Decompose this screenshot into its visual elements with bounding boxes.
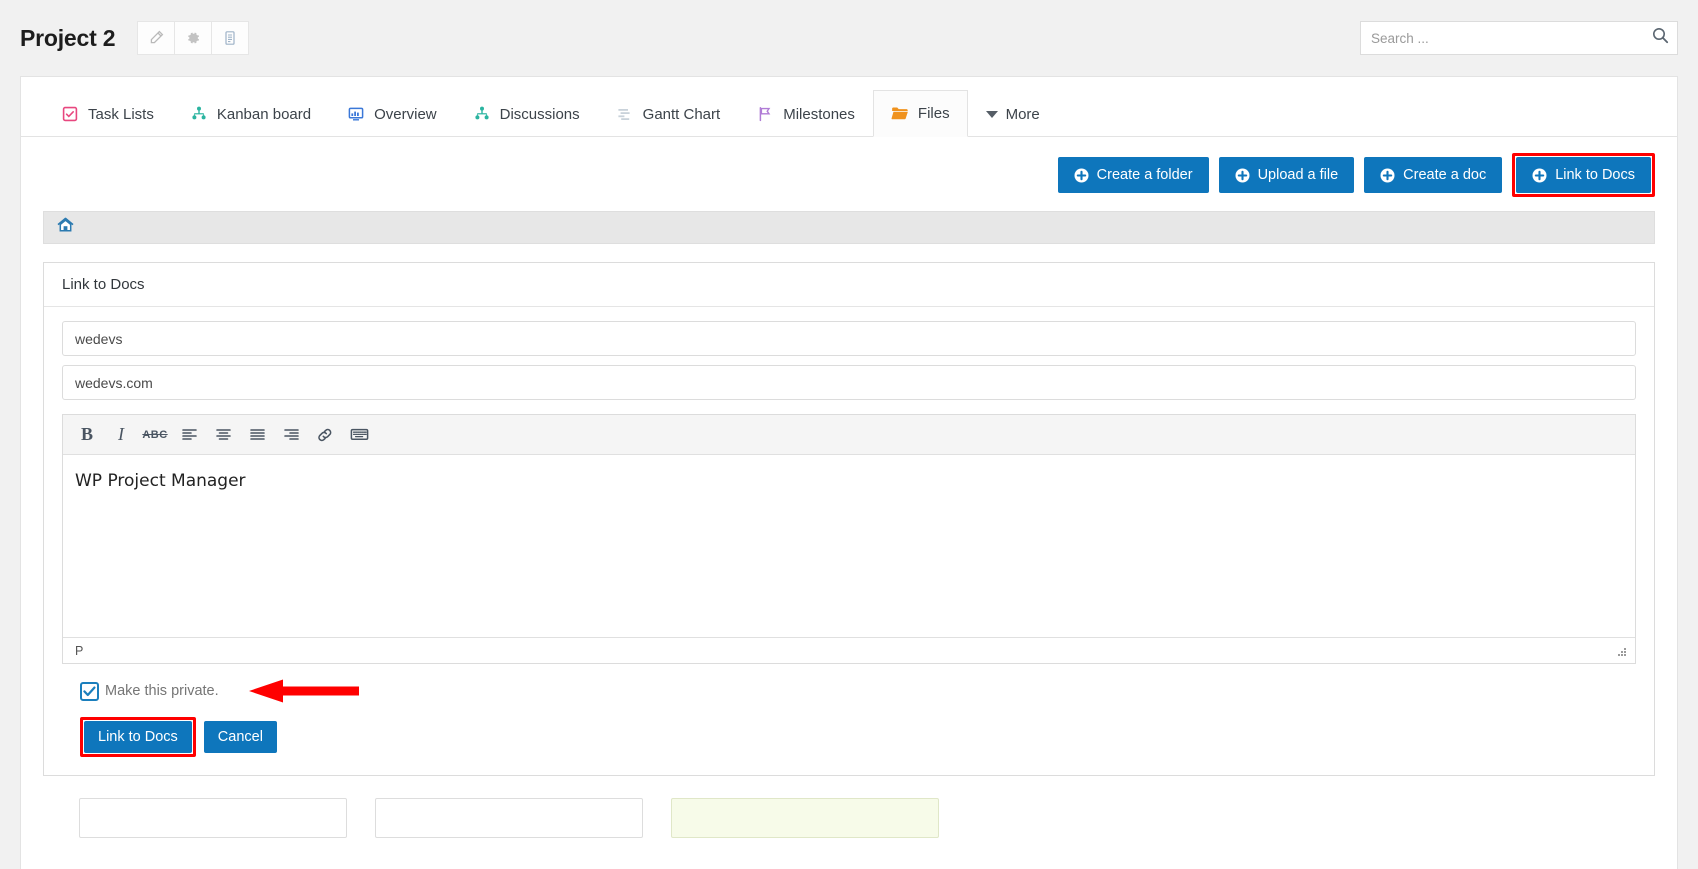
discussions-icon bbox=[473, 105, 491, 123]
button-label: Create a doc bbox=[1403, 167, 1487, 183]
file-card[interactable] bbox=[671, 798, 939, 838]
form-footer: Link to Docs Cancel bbox=[62, 704, 1636, 775]
overview-icon bbox=[347, 105, 365, 123]
panel-title: Link to Docs bbox=[44, 263, 1654, 307]
upload-file-button[interactable]: Upload a file bbox=[1218, 157, 1355, 193]
tab-label: Task Lists bbox=[88, 105, 154, 123]
breadcrumb bbox=[43, 211, 1655, 244]
plus-circle-icon bbox=[1380, 168, 1395, 183]
checklist-icon bbox=[61, 105, 79, 123]
file-card[interactable] bbox=[375, 798, 643, 838]
tab-label: Overview bbox=[374, 105, 437, 123]
create-doc-button[interactable]: Create a doc bbox=[1364, 157, 1503, 193]
top-bar: Project 2 bbox=[0, 0, 1698, 76]
tab-milestones[interactable]: Milestones bbox=[738, 90, 873, 137]
tab-files[interactable]: Files bbox=[872, 90, 968, 137]
form-body: B I ABC bbox=[44, 307, 1654, 775]
tab-label: Discussions bbox=[499, 105, 580, 123]
bold-icon[interactable]: B bbox=[71, 420, 103, 450]
link-to-docs-highlight: Link to Docs bbox=[1512, 153, 1655, 197]
tab-bar: Task Lists Kanban board Overview Discuss… bbox=[21, 77, 1677, 137]
plus-circle-icon bbox=[1074, 168, 1089, 183]
gantt-icon bbox=[616, 105, 634, 123]
tab-label: Milestones bbox=[783, 105, 855, 123]
page-title: Project 2 bbox=[20, 24, 116, 51]
file-card[interactable] bbox=[79, 798, 347, 838]
align-justify-icon[interactable] bbox=[241, 420, 273, 450]
flag-icon bbox=[756, 105, 774, 123]
align-left-icon[interactable] bbox=[173, 420, 205, 450]
privacy-checkbox[interactable] bbox=[80, 681, 99, 701]
editor-toolbar: B I ABC bbox=[63, 415, 1635, 455]
button-label: Link to Docs bbox=[1555, 167, 1635, 183]
tab-gantt-chart[interactable]: Gantt Chart bbox=[598, 90, 739, 137]
home-icon[interactable] bbox=[56, 216, 75, 239]
tab-discussions[interactable]: Discussions bbox=[455, 90, 598, 137]
search-input[interactable] bbox=[1361, 30, 1643, 46]
edit-project-button[interactable] bbox=[137, 21, 176, 55]
tab-kanban-board[interactable]: Kanban board bbox=[172, 90, 329, 137]
doc-url-input[interactable] bbox=[62, 365, 1636, 400]
document-icon bbox=[222, 30, 238, 46]
link-to-docs-panel: Link to Docs B I ABC bbox=[43, 262, 1655, 776]
title-action-group bbox=[137, 21, 250, 55]
privacy-checkbox-label: Make this private. bbox=[105, 683, 219, 699]
privacy-row: Make this private. bbox=[62, 664, 1636, 704]
tab-label: Kanban board bbox=[216, 105, 312, 123]
editor-status-bar: P bbox=[63, 637, 1635, 663]
kanban-icon bbox=[190, 105, 208, 123]
rich-text-editor: B I ABC WP Project Manager P bbox=[62, 414, 1636, 664]
search-icon bbox=[1652, 27, 1669, 49]
annotation-arrow-icon bbox=[248, 678, 359, 704]
tab-overview[interactable]: Overview bbox=[329, 90, 455, 137]
cancel-button[interactable]: Cancel bbox=[203, 721, 277, 753]
pencil-icon bbox=[148, 30, 164, 46]
button-label: Create a folder bbox=[1096, 167, 1193, 183]
plus-circle-icon bbox=[1235, 168, 1250, 183]
submit-link-to-docs-button[interactable]: Link to Docs bbox=[84, 721, 192, 753]
doc-title-input[interactable] bbox=[62, 321, 1636, 356]
button-label: Upload a file bbox=[1257, 167, 1339, 183]
editor-resize-handle[interactable] bbox=[1615, 645, 1627, 657]
plus-circle-icon bbox=[1532, 168, 1547, 183]
file-actions-toolbar: Create a folder Upload a file Create a d… bbox=[21, 137, 1677, 211]
align-right-icon[interactable] bbox=[275, 420, 307, 450]
tab-label: Files bbox=[917, 105, 950, 122]
search-button[interactable] bbox=[1643, 22, 1677, 54]
toggle-toolbar-icon[interactable] bbox=[343, 420, 375, 450]
file-grid-preview bbox=[21, 776, 1677, 838]
folder-icon bbox=[891, 105, 909, 123]
strikethrough-icon[interactable]: ABC bbox=[139, 420, 171, 450]
align-center-icon[interactable] bbox=[207, 420, 239, 450]
create-folder-button[interactable]: Create a folder bbox=[1057, 157, 1209, 193]
tab-task-lists[interactable]: Task Lists bbox=[43, 90, 172, 137]
editor-content[interactable]: WP Project Manager bbox=[63, 455, 1635, 637]
project-settings-button[interactable] bbox=[174, 21, 213, 55]
chevron-down-icon bbox=[985, 110, 998, 118]
page-card: Task Lists Kanban board Overview Discuss… bbox=[20, 76, 1678, 869]
gear-icon bbox=[185, 30, 201, 46]
project-notes-button[interactable] bbox=[211, 21, 250, 55]
submit-highlight: Link to Docs bbox=[80, 717, 196, 757]
italic-icon[interactable]: I bbox=[105, 420, 137, 450]
editor-element-path: P bbox=[75, 643, 84, 658]
tab-label: Gantt Chart bbox=[642, 105, 721, 123]
tab-more[interactable]: More bbox=[968, 90, 1058, 137]
link-to-docs-button[interactable]: Link to Docs bbox=[1516, 157, 1651, 193]
search-bar[interactable] bbox=[1360, 21, 1678, 55]
link-icon[interactable] bbox=[309, 420, 341, 450]
tab-label: More bbox=[1005, 105, 1040, 123]
